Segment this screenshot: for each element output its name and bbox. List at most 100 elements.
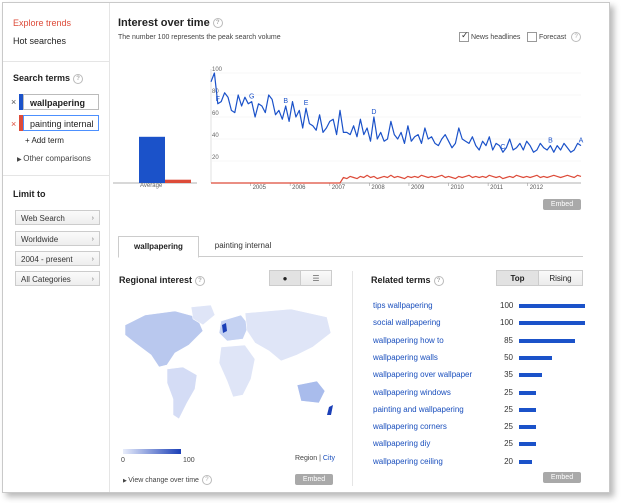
related-term-bar xyxy=(519,304,585,308)
forecast-toggle[interactable]: Forecast ? xyxy=(527,32,582,42)
related-term-link[interactable]: painting and wallpapering xyxy=(373,404,464,416)
search-term-input-1[interactable]: wallpapering xyxy=(19,94,99,110)
legend-min-label: 0 xyxy=(121,457,125,464)
remove-term-icon[interactable]: × xyxy=(11,119,16,129)
explore-trends-link[interactable]: Explore trends xyxy=(13,18,71,28)
help-icon[interactable]: ? xyxy=(571,32,582,42)
region-city-toggle: Region | City xyxy=(295,455,335,462)
filter-time-range[interactable]: 2004 - present › xyxy=(15,251,100,266)
sidebar: Explore trends Hot searches Search terms… xyxy=(3,3,110,492)
chevron-right-icon: › xyxy=(91,276,94,283)
help-icon[interactable]: ? xyxy=(73,73,84,84)
map-region-asia xyxy=(244,308,332,362)
remove-term-icon[interactable]: × xyxy=(11,97,16,107)
x-tick-label: 2010 xyxy=(451,185,465,189)
map-region-africa xyxy=(218,344,256,398)
interest-subtitle: The number 100 represents the peak searc… xyxy=(118,34,281,41)
tab-painting-internal[interactable]: painting internal xyxy=(201,236,285,256)
rising-toggle-button[interactable]: Rising xyxy=(538,270,583,286)
bar-list-icon: ☰ xyxy=(312,274,320,283)
top-toggle-button[interactable]: Top xyxy=(496,270,539,286)
x-tick-label: 2007 xyxy=(332,185,346,189)
series-color-swatch xyxy=(19,94,23,110)
news-marker: D xyxy=(371,109,376,116)
related-term-value: 100 xyxy=(500,318,514,328)
filter-search-type[interactable]: Web Search › xyxy=(15,210,100,225)
other-comparisons-link[interactable]: ▶ Other comparisons xyxy=(17,154,91,163)
search-terms-heading: Search terms? xyxy=(13,73,84,84)
related-term-link[interactable]: wallpapering windows xyxy=(373,387,451,399)
map-region-south-america xyxy=(166,366,198,420)
search-term-label: wallpapering xyxy=(30,98,86,108)
trends-page: Explore trends Hot searches Search terms… xyxy=(2,2,610,493)
search-term-input-2[interactable]: painting internal xyxy=(19,115,99,131)
news-headlines-checkbox[interactable]: ✓ xyxy=(459,30,469,42)
related-term-link[interactable]: wallpapering over wallpaper xyxy=(373,369,472,381)
related-term-link[interactable]: wallpapering diy xyxy=(373,438,430,450)
y-tick-label: 100 xyxy=(212,67,223,73)
x-tick-label: 2011 xyxy=(490,185,504,189)
help-icon[interactable]: ? xyxy=(201,475,212,485)
related-term-value: 20 xyxy=(504,456,513,466)
panel-divider xyxy=(352,271,353,486)
y-tick-label: 40 xyxy=(212,133,219,139)
related-term-link[interactable]: social wallpapering xyxy=(373,317,441,329)
embed-chart-button[interactable]: Embed xyxy=(543,199,581,210)
chevron-right-icon: › xyxy=(91,236,94,243)
list-view-button[interactable]: ☰ xyxy=(300,270,332,286)
view-change-over-time-link[interactable]: ▶ View change over time? xyxy=(123,475,212,485)
average-label: Average xyxy=(140,183,163,189)
filter-category[interactable]: All Categories › xyxy=(15,271,100,286)
y-tick-label: 20 xyxy=(212,155,219,161)
embed-related-button[interactable]: Embed xyxy=(543,472,581,483)
related-term-value: 35 xyxy=(504,370,513,380)
sidebar-divider xyxy=(3,175,109,176)
news-marker: B xyxy=(283,98,288,105)
sidebar-divider xyxy=(3,61,109,62)
related-term-value: 25 xyxy=(504,439,513,449)
series-line-painting-internal xyxy=(211,174,582,184)
city-option[interactable]: City xyxy=(323,455,335,462)
filter-location[interactable]: Worldwide › xyxy=(15,231,100,246)
limit-to-heading: Limit to xyxy=(13,189,46,199)
map-region-australia xyxy=(296,380,326,404)
world-map[interactable] xyxy=(121,303,343,433)
news-marker: B xyxy=(548,138,553,145)
related-terms-title: Related terms? xyxy=(371,275,444,286)
related-term-bar xyxy=(519,442,536,447)
x-tick-label: 2008 xyxy=(371,185,385,189)
x-tick-label: 2009 xyxy=(411,185,425,189)
hot-searches-link[interactable]: Hot searches xyxy=(13,36,66,46)
average-bar xyxy=(165,179,191,183)
forecast-checkbox[interactable] xyxy=(527,32,537,42)
search-term-label: painting internal xyxy=(30,119,94,129)
news-headlines-toggle[interactable]: ✓ News headlines xyxy=(459,30,520,42)
help-icon[interactable]: ? xyxy=(195,275,206,286)
region-option[interactable]: Region xyxy=(295,455,317,462)
interest-over-time-title: Interest over time? xyxy=(118,17,223,29)
related-term-link[interactable]: wallpapering how to xyxy=(373,335,444,347)
regional-interest-title: Regional interest? xyxy=(119,275,206,286)
news-marker: A xyxy=(579,138,584,145)
related-term-value: 85 xyxy=(504,335,513,345)
related-term-link[interactable]: wallpapering corners xyxy=(373,421,447,433)
map-color-legend xyxy=(123,449,181,454)
news-marker: F xyxy=(216,96,220,103)
related-term-link[interactable]: tips wallpapering xyxy=(373,300,433,312)
x-tick-label: 2005 xyxy=(253,185,267,189)
tab-wallpapering[interactable]: wallpapering xyxy=(118,236,199,258)
related-term-link[interactable]: wallpapering ceiling xyxy=(373,456,443,468)
related-term-value: 25 xyxy=(504,387,513,397)
add-term-link[interactable]: + Add term xyxy=(25,136,64,145)
related-term-link[interactable]: wallpapering walls xyxy=(373,352,438,364)
map-region-north-america xyxy=(124,310,204,368)
chevron-right-icon: › xyxy=(91,215,94,222)
related-term-value: 50 xyxy=(504,352,513,362)
chevron-right-icon: › xyxy=(91,256,94,263)
globe-icon: ● xyxy=(282,274,288,283)
map-view-button[interactable]: ● xyxy=(269,270,301,286)
related-term-bar xyxy=(519,425,536,430)
help-icon[interactable]: ? xyxy=(212,18,223,29)
help-icon[interactable]: ? xyxy=(433,275,444,286)
embed-map-button[interactable]: Embed xyxy=(295,474,333,485)
